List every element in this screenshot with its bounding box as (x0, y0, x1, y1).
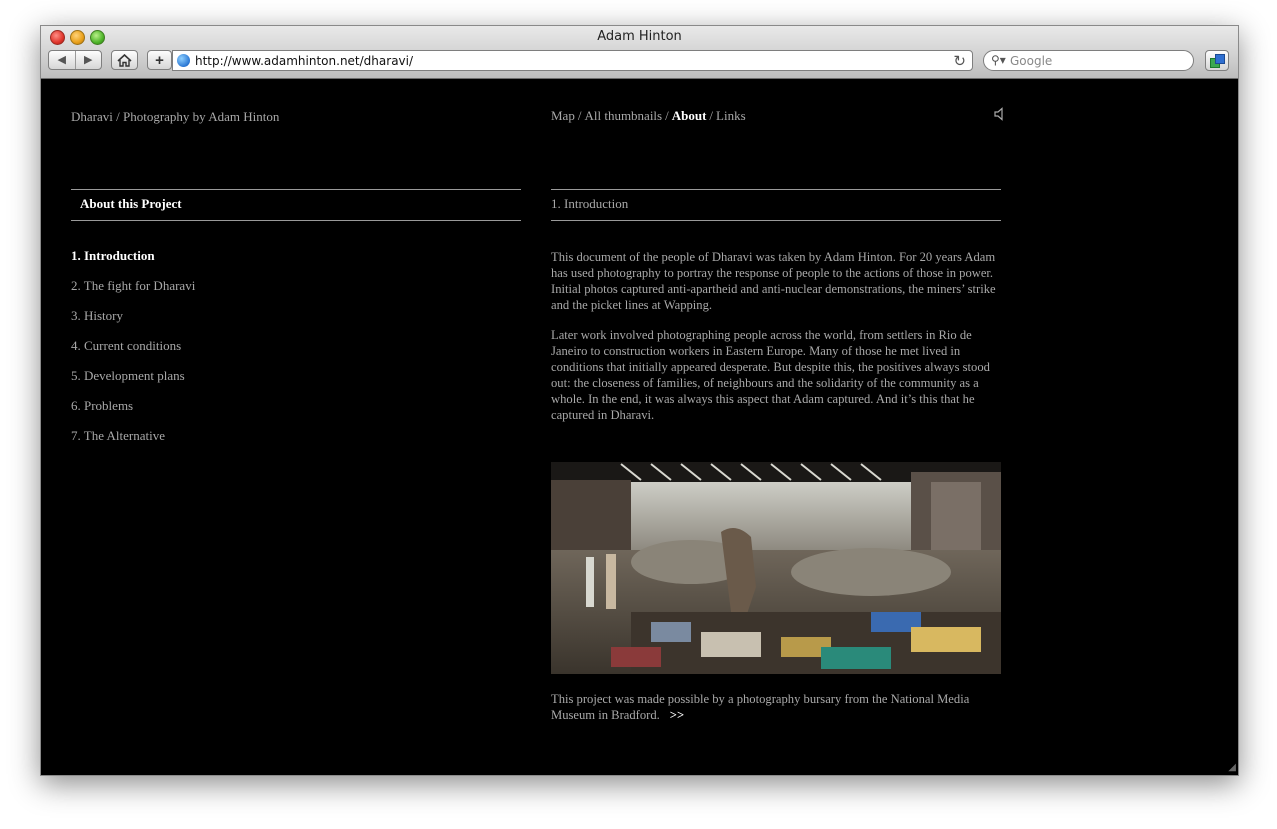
sidebar-item-fight-for-dharavi[interactable]: 2. The fight for Dharavi (71, 278, 195, 308)
forward-arrow-icon[interactable]: ▶ (76, 51, 102, 69)
reload-icon[interactable]: ↻ (953, 52, 966, 70)
browser-window: Adam Hinton ◀ ▶ + http://www.adamhinton.… (40, 25, 1239, 776)
sidebar-item-current-conditions[interactable]: 4. Current conditions (71, 338, 195, 368)
home-icon (117, 53, 132, 67)
site-title[interactable]: Dharavi / Photography by Adam Hinton (71, 109, 279, 125)
article-heading: 1. Introduction (551, 196, 629, 211)
top-navigation: Map / All thumbnails / About / Links (551, 108, 746, 124)
window-title: Adam Hinton (597, 29, 682, 44)
bookmark-square-icon (1215, 54, 1225, 64)
sidebar-item-development-plans[interactable]: 5. Development plans (71, 368, 195, 398)
sidebar-item-problems[interactable]: 6. Problems (71, 398, 195, 428)
caption-text: This project was made possible by a phot… (551, 692, 970, 722)
sidebar-menu: 1. Introduction 2. The fight for Dharavi… (71, 248, 195, 458)
sidebar-item-introduction[interactable]: 1. Introduction (71, 248, 195, 278)
article-paragraph: Later work involved photographing people… (551, 328, 990, 422)
nav-about[interactable]: About (672, 108, 707, 123)
resize-grip-icon[interactable]: ◢ (1228, 762, 1236, 773)
divider (551, 220, 1001, 221)
address-text[interactable]: http://www.adamhinton.net/dharavi/ (195, 54, 413, 68)
search-icon: ⚲▾ (991, 53, 1006, 67)
search-placeholder: Google (1010, 54, 1053, 68)
article-caption: This project was made possible by a phot… (551, 691, 1001, 723)
divider (71, 189, 521, 190)
article-body: This document of the people of Dharavi w… (551, 249, 1001, 437)
more-link[interactable]: >> (670, 708, 684, 722)
sidebar-item-history[interactable]: 3. History (71, 308, 195, 338)
globe-icon (177, 54, 190, 67)
back-arrow-icon[interactable]: ◀ (49, 51, 76, 69)
nav-separator: / (665, 108, 669, 123)
nav-links[interactable]: Links (716, 108, 746, 123)
bookmarks-button[interactable] (1205, 50, 1229, 71)
address-bar[interactable]: http://www.adamhinton.net/dharavi/ ↻ (172, 50, 973, 71)
nav-all-thumbnails[interactable]: All thumbnails (584, 108, 662, 123)
page-content: Dharavi / Photography by Adam Hinton Map… (41, 79, 1238, 775)
sidebar-heading: About this Project (80, 196, 182, 211)
nav-separator: / (709, 108, 714, 123)
sidebar-item-the-alternative[interactable]: 7. The Alternative (71, 428, 195, 458)
back-forward-group: ◀ ▶ (48, 50, 102, 70)
nav-map[interactable]: Map (551, 108, 575, 123)
browser-toolbar: Adam Hinton ◀ ▶ + http://www.adamhinton.… (41, 26, 1238, 79)
search-input[interactable]: ⚲▾ Google (983, 50, 1194, 71)
home-button[interactable] (111, 50, 138, 70)
add-bookmark-button[interactable]: + (147, 50, 172, 70)
speaker-icon[interactable] (994, 107, 1004, 125)
article-paragraph: This document of the people of Dharavi w… (551, 250, 996, 312)
divider (71, 220, 521, 221)
divider (551, 189, 1001, 190)
dharavi-photo (551, 462, 1001, 674)
